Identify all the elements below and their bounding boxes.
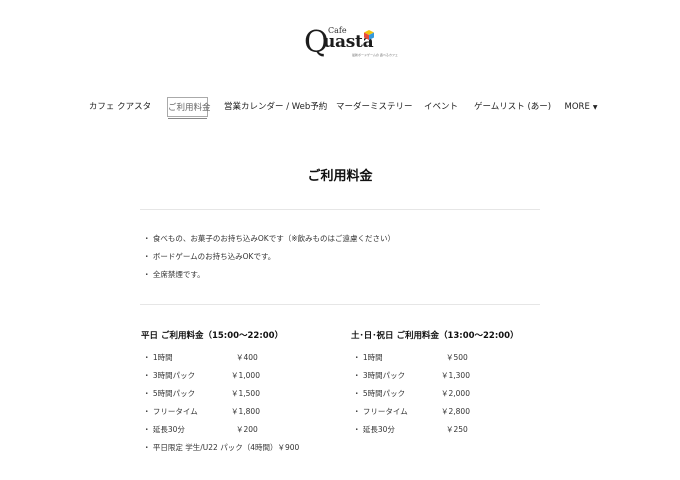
- dice-cube-icon: [364, 30, 374, 40]
- weekend-row-label: ・ フリータイム: [353, 407, 408, 416]
- note-food: ・ 食べもの、お菓子のお持ち込みOKです（※飲みものはご遠慮ください）: [143, 234, 395, 243]
- weekday-row-price: ￥400: [236, 353, 258, 362]
- caret-down-icon: ▼: [592, 104, 598, 111]
- weekday-row-label: ・ フリータイム: [143, 407, 198, 416]
- nav-item-murder-mystery[interactable]: マーダーミステリー: [336, 97, 413, 117]
- weekday-row-price: ￥200: [236, 425, 258, 434]
- weekday-row-label: ・ 1時間: [143, 353, 173, 362]
- weekday-row-price: ￥1,800: [231, 407, 260, 416]
- weekday-student-pack: ・ 平日限定 学生/U22 パック（4時間）￥900: [143, 443, 300, 452]
- cafe-quasta-logo[interactable]: Cafe Q uasta 最新ボードゲームの 遊べるカフェ: [300, 26, 398, 64]
- nav-item-more[interactable]: MORE ▼: [562, 97, 600, 117]
- weekday-row-price: ￥1,000: [231, 371, 260, 380]
- divider: [140, 304, 540, 305]
- page-title: ご利用料金: [307, 169, 373, 184]
- nav-more-label: MORE: [564, 102, 590, 112]
- weekday-row-label: ・ 5時間パック: [143, 389, 196, 398]
- weekend-row-price: ￥1,300: [441, 371, 470, 380]
- weekend-row-label: ・ 5時間パック: [353, 389, 406, 398]
- weekday-row-label: ・ 3時間パック: [143, 371, 196, 380]
- weekend-row-label: ・ 延長30分: [353, 425, 395, 434]
- weekend-row-price: ￥2,800: [441, 407, 470, 416]
- nav-item-events[interactable]: イベント: [424, 97, 458, 117]
- weekday-row-price: ￥1,500: [231, 389, 260, 398]
- note-no-smoking: ・ 全席禁煙です。: [143, 270, 205, 279]
- weekend-row-price: ￥250: [446, 425, 468, 434]
- weekend-pricing-title: 土･日･祝日 ご利用料金（13:00〜22:00）: [351, 331, 519, 341]
- nav-item-game-list[interactable]: ゲームリスト (あー): [474, 97, 551, 117]
- weekend-row-label: ・ 1時間: [353, 353, 383, 362]
- weekend-row-price: ￥2,000: [441, 389, 470, 398]
- logo-tagline: 最新ボードゲームの 遊べるカフェ: [352, 53, 398, 57]
- nav-item-cafe-quasta[interactable]: カフェ クアスタ: [88, 97, 152, 117]
- weekday-pricing-title: 平日 ご利用料金（15:00〜22:00）: [141, 331, 284, 341]
- main-nav: カフェ クアスタ ご利用料金 営業カレンダー / Web予約 マーダーミステリー…: [0, 97, 680, 119]
- nav-item-calendar-web-reserve[interactable]: 営業カレンダー / Web予約: [224, 97, 327, 117]
- weekday-row-label: ・ 延長30分: [143, 425, 185, 434]
- nav-item-pricing[interactable]: ご利用料金: [167, 97, 211, 119]
- weekend-row-label: ・ 3時間パック: [353, 371, 406, 380]
- note-boardgames: ・ ボードゲームのお持ち込みOKです。: [143, 252, 276, 261]
- divider: [140, 209, 540, 210]
- weekend-row-price: ￥500: [446, 353, 468, 362]
